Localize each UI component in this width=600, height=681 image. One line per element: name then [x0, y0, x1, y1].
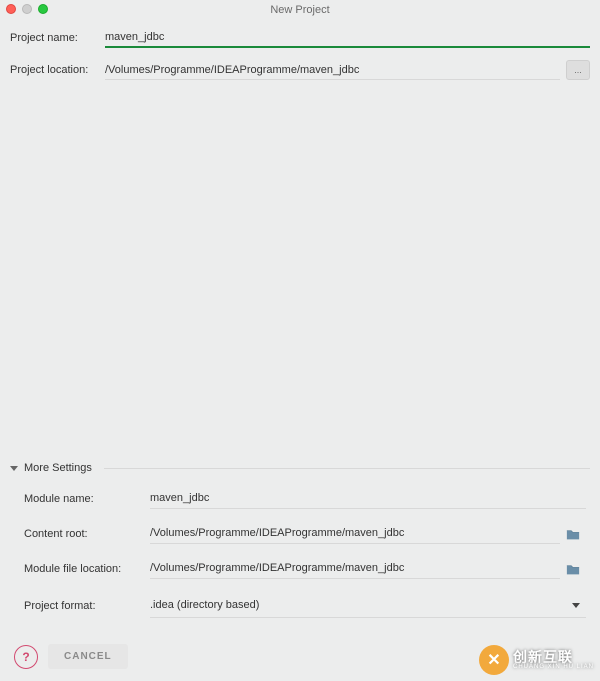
- content-root-input[interactable]: [150, 523, 560, 544]
- project-location-row: Project location: ...: [10, 60, 590, 80]
- dropdown-arrow-icon: [572, 603, 580, 608]
- browse-module-file-location-button[interactable]: [566, 563, 580, 575]
- project-format-value: .idea (directory based): [150, 599, 259, 611]
- project-name-row: Project name:: [10, 28, 590, 48]
- help-button[interactable]: ?: [14, 645, 38, 669]
- chevron-down-icon: [10, 466, 18, 471]
- titlebar: New Project: [0, 0, 600, 20]
- project-location-label: Project location:: [10, 64, 105, 76]
- module-file-location-input[interactable]: [150, 558, 560, 579]
- browse-location-button[interactable]: ...: [566, 60, 590, 80]
- maximize-icon[interactable]: [38, 4, 48, 14]
- project-name-label: Project name:: [10, 32, 105, 44]
- bottom-bar: ? CANCEL: [0, 636, 600, 681]
- project-name-input-wrap: [105, 28, 590, 48]
- spacer: [0, 80, 600, 458]
- minimize-icon[interactable]: [22, 4, 32, 14]
- project-format-label: Project format:: [24, 600, 144, 612]
- project-name-input[interactable]: [105, 28, 590, 48]
- close-icon[interactable]: [6, 4, 16, 14]
- project-location-input-wrap: ...: [105, 60, 590, 80]
- form-area: Project name: Project location: ...: [0, 20, 600, 80]
- divider: [104, 468, 590, 469]
- more-settings-section: More Settings Module name: Content root:…: [0, 458, 600, 636]
- settings-grid: Module name: Content root: Module file l…: [10, 478, 590, 624]
- window-title: New Project: [0, 4, 600, 16]
- content-root-label: Content root:: [24, 528, 144, 540]
- module-name-input[interactable]: [150, 488, 586, 509]
- traffic-lights: [6, 4, 48, 14]
- more-settings-label: More Settings: [24, 462, 92, 474]
- project-format-dropdown[interactable]: .idea (directory based): [150, 593, 586, 618]
- browse-content-root-button[interactable]: [566, 528, 580, 540]
- cancel-button[interactable]: CANCEL: [48, 644, 128, 669]
- more-settings-disclosure[interactable]: More Settings: [10, 458, 590, 478]
- new-project-window: New Project Project name: Project locati…: [0, 0, 600, 681]
- project-location-input[interactable]: [105, 61, 560, 80]
- module-file-location-label: Module file location:: [24, 563, 144, 575]
- module-name-label: Module name:: [24, 493, 144, 505]
